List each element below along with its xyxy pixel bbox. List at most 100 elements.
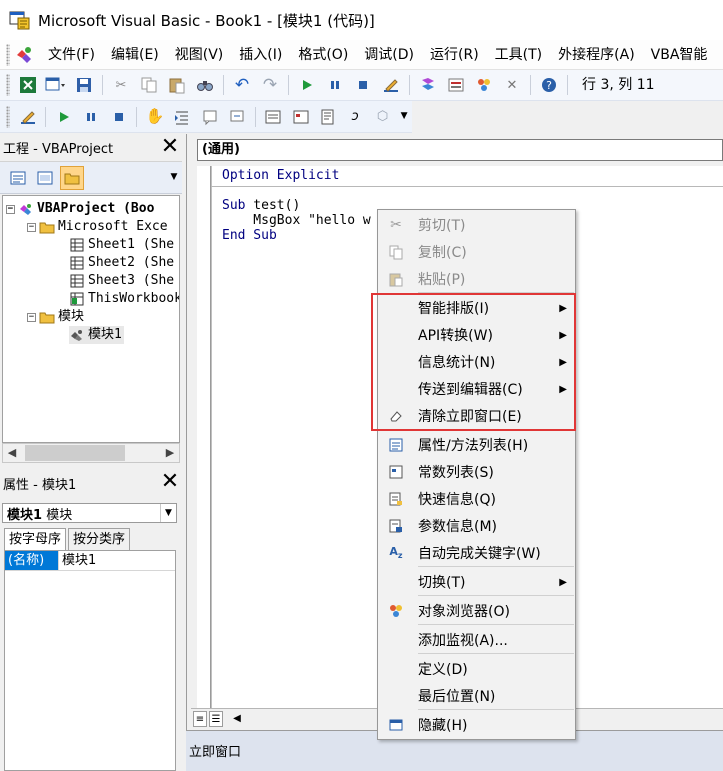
- cut-icon[interactable]: ✂: [109, 73, 133, 97]
- toolbox-icon[interactable]: ✕: [500, 73, 524, 97]
- menu-tools[interactable]: 工具(T): [487, 42, 550, 68]
- find-icon[interactable]: [193, 73, 217, 97]
- design-mode-icon[interactable]: [16, 105, 39, 129]
- toolbar-grip[interactable]: [6, 105, 10, 128]
- context-menu-item[interactable]: 最后位置(N): [378, 683, 575, 709]
- project-toolbar-overflow-icon[interactable]: ▼: [168, 166, 180, 190]
- uncomment-block-icon[interactable]: [225, 105, 248, 129]
- undo-icon[interactable]: ↶: [230, 73, 254, 97]
- context-menu-item[interactable]: 对象浏览器(O): [378, 598, 575, 624]
- break-icon[interactable]: [80, 105, 103, 129]
- context-menu-item[interactable]: 定义(D): [378, 656, 575, 682]
- tree-node-sheet2[interactable]: Sheet2 (She: [69, 254, 174, 272]
- immediate-window-title: 立即窗口: [189, 745, 242, 760]
- redo-icon[interactable]: ↷: [258, 73, 282, 97]
- code-line-3: Sub test(): [222, 198, 301, 213]
- context-menu-item-label: 快速信息(Q): [418, 492, 496, 508]
- context-menu-item[interactable]: 参数信息(M): [378, 513, 575, 539]
- properties-panel-header: 属性 - 模块1 ✕: [0, 469, 182, 497]
- excel-view-icon[interactable]: [16, 73, 40, 97]
- reset-icon[interactable]: [351, 73, 375, 97]
- insert-userform-icon[interactable]: [44, 73, 68, 97]
- project-explorer-icon[interactable]: [416, 73, 440, 97]
- collapse-toggle-icon[interactable]: −: [27, 312, 36, 322]
- context-menu-item[interactable]: 隐藏(H): [378, 712, 575, 738]
- procedure-view-icon[interactable]: ≡: [193, 710, 207, 727]
- properties-window-icon[interactable]: [444, 73, 468, 97]
- break-icon[interactable]: [323, 73, 347, 97]
- tree-node-thisworkbook[interactable]: ThisWorkbook: [69, 290, 179, 308]
- paste-icon[interactable]: [165, 73, 189, 97]
- toolbar-separator: [45, 106, 47, 127]
- toggle-bookmark-icon[interactable]: ⬡: [371, 105, 394, 129]
- scroll-left-icon[interactable]: ◀: [3, 444, 21, 462]
- comment-block-icon[interactable]: [198, 105, 221, 129]
- tree-node-vbaproject[interactable]: − VBAProject (Boo: [6, 200, 154, 218]
- list-members-icon[interactable]: [262, 105, 285, 129]
- menubar-grip[interactable]: [6, 43, 10, 66]
- menu-file[interactable]: 文件(F): [40, 42, 103, 68]
- menu-vba-smart[interactable]: VBA智能: [643, 42, 716, 68]
- collapse-toggle-icon[interactable]: −: [6, 204, 15, 214]
- run-icon[interactable]: [52, 105, 75, 129]
- property-value[interactable]: 模块1: [59, 551, 96, 570]
- tab-alphabetic[interactable]: 按字母序: [4, 528, 67, 551]
- scroll-thumb[interactable]: [25, 445, 125, 461]
- hand-icon[interactable]: ✋: [143, 105, 166, 129]
- menu-format[interactable]: 格式(O): [290, 42, 356, 68]
- collapse-toggle-icon[interactable]: −: [27, 222, 36, 232]
- tree-node-microsoft-excel-objects[interactable]: − Microsoft Exce: [27, 218, 168, 236]
- tab-categorized[interactable]: 按分类序: [68, 528, 131, 550]
- context-menu-item[interactable]: 切换(T) ▶: [378, 569, 575, 595]
- tree-node-module1[interactable]: 模块1: [69, 326, 124, 344]
- procedure-separator: [211, 186, 723, 187]
- context-menu-item[interactable]: 属性/方法列表(H): [378, 432, 575, 458]
- menu-debug[interactable]: 调试(D): [356, 42, 422, 68]
- object-selector-dropdown[interactable]: 模块1 模块 ▼: [2, 503, 177, 523]
- toolbar-grip[interactable]: [6, 74, 10, 96]
- close-project-panel-icon[interactable]: ✕: [158, 135, 182, 160]
- view-object-icon[interactable]: [33, 166, 57, 190]
- object-combo[interactable]: (通用): [197, 139, 723, 161]
- menu-insert[interactable]: 插入(I): [231, 42, 290, 68]
- context-menu-item[interactable]: 添加监视(A)...: [378, 627, 575, 653]
- scroll-right-icon[interactable]: ▶: [161, 444, 179, 462]
- copy-icon[interactable]: [137, 73, 161, 97]
- quick-info-icon[interactable]: [316, 105, 339, 129]
- help-icon[interactable]: ?: [537, 73, 561, 97]
- complete-word-icon[interactable]: ↄ: [344, 105, 367, 129]
- context-menu-item[interactable]: Az 自动完成关键字(W): [378, 540, 575, 566]
- menubar-vba-icon[interactable]: [14, 45, 34, 65]
- sheet-icon: [69, 274, 85, 288]
- close-properties-panel-icon[interactable]: ✕: [158, 471, 182, 495]
- project-tree-hscrollbar[interactable]: ◀ ▶: [2, 443, 180, 463]
- context-menu-item: ✂ 剪切(T): [378, 212, 575, 238]
- context-menu-item-label: 对象浏览器(O): [418, 604, 510, 620]
- context-menu-item[interactable]: 常数列表(S): [378, 459, 575, 485]
- object-browser-icon[interactable]: [472, 73, 496, 97]
- scroll-left-icon[interactable]: ◀: [229, 710, 245, 728]
- menu-addins[interactable]: 外接程序(A): [550, 42, 643, 68]
- context-menu-item[interactable]: 快速信息(Q): [378, 486, 575, 512]
- menu-view[interactable]: 视图(V): [167, 42, 232, 68]
- chevron-down-icon[interactable]: ▼: [160, 504, 176, 522]
- design-mode-icon[interactable]: [379, 73, 403, 97]
- full-module-view-icon[interactable]: ☰: [209, 710, 223, 727]
- property-row[interactable]: (名称) 模块1: [5, 551, 175, 571]
- reset-icon[interactable]: [107, 105, 130, 129]
- list-constants-icon[interactable]: [289, 105, 312, 129]
- save-icon[interactable]: [72, 73, 96, 97]
- run-icon[interactable]: [295, 73, 319, 97]
- tree-node-modules[interactable]: − 模块: [27, 308, 84, 326]
- view-code-icon[interactable]: [6, 166, 30, 190]
- tree-node-sheet1[interactable]: Sheet1 (She: [69, 236, 174, 254]
- menu-run[interactable]: 运行(R): [422, 42, 487, 68]
- context-menu-item-label: 隐藏(H): [418, 718, 468, 734]
- indent-icon[interactable]: [171, 105, 194, 129]
- tree-node-sheet3[interactable]: Sheet3 (She: [69, 272, 174, 290]
- menu-edit[interactable]: 编辑(E): [103, 42, 167, 68]
- code-margin-indicator-bar[interactable]: [197, 166, 211, 708]
- toggle-folders-icon[interactable]: [60, 165, 84, 190]
- toolbar-separator: [409, 75, 410, 95]
- toolbar-overflow-icon[interactable]: ▼: [398, 105, 410, 129]
